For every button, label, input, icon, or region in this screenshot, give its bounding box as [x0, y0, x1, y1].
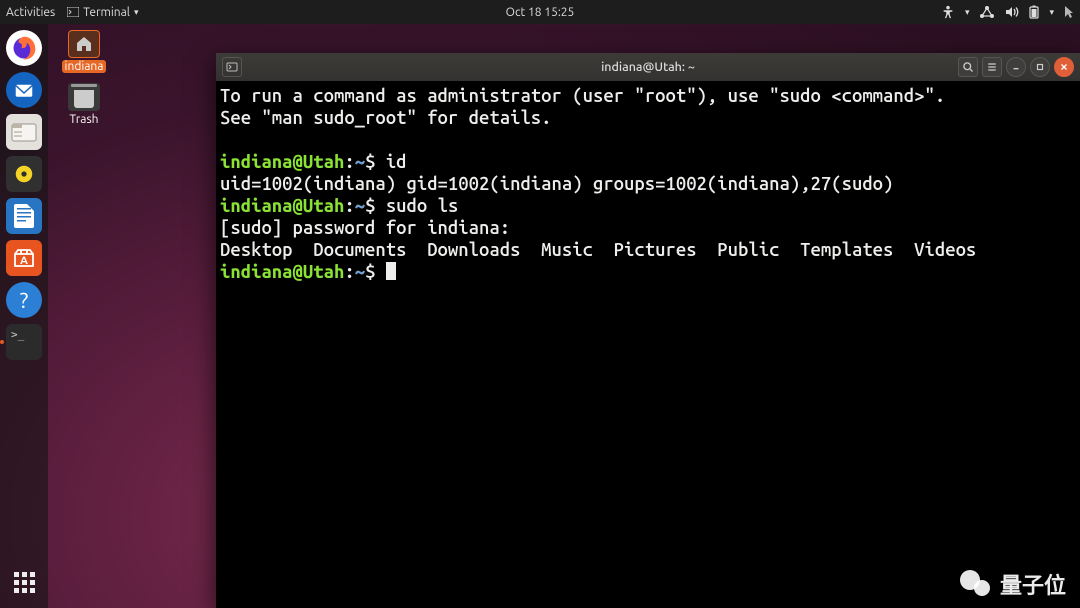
- wechat-icon: [960, 570, 994, 598]
- ubuntu-dock: A ?: [0, 24, 48, 608]
- watermark: 量子位: [960, 568, 1066, 600]
- dock-thunderbird[interactable]: [6, 72, 42, 108]
- prompt-path: ~: [355, 152, 365, 172]
- prompt-userhost: indiana@Utah: [220, 196, 344, 216]
- dock-libreoffice-writer[interactable]: [6, 198, 42, 234]
- term-line: uid=1002(indiana) gid=1002(indiana) grou…: [220, 174, 893, 194]
- terminal-menu-button[interactable]: [982, 57, 1002, 77]
- prompt-path: ~: [355, 262, 365, 282]
- dock-firefox[interactable]: [6, 30, 42, 66]
- desktop-home-folder[interactable]: indiana: [56, 30, 112, 73]
- dock-rhythmbox[interactable]: [6, 156, 42, 192]
- terminal-search-button[interactable]: [958, 57, 978, 77]
- accessibility-icon[interactable]: [941, 5, 955, 19]
- battery-icon[interactable]: [1029, 5, 1039, 19]
- trash-icon: [68, 83, 100, 111]
- mouse-pointer-icon: [1064, 5, 1074, 19]
- dock-help[interactable]: ?: [6, 282, 42, 318]
- gnome-top-bar: Activities Terminal ▾ Oct 18 15:25 ▾ ▾: [0, 0, 1080, 24]
- volume-icon[interactable]: [1005, 6, 1019, 18]
- chevron-down-icon: ▾: [1049, 7, 1054, 18]
- app-menu[interactable]: Terminal ▾: [67, 6, 138, 19]
- new-tab-button[interactable]: [222, 57, 242, 77]
- chevron-down-icon: ▾: [134, 7, 139, 18]
- desktop-trash[interactable]: Trash: [56, 83, 112, 126]
- desktop-icons: indiana Trash: [56, 30, 112, 126]
- window-title: indiana@Utah: ~: [601, 60, 695, 74]
- network-icon[interactable]: [979, 6, 995, 18]
- show-applications-button[interactable]: [6, 564, 42, 600]
- watermark-text: 量子位: [1000, 568, 1066, 600]
- term-line: [sudo] password for indiana:: [220, 218, 510, 238]
- chevron-down-icon: ▾: [965, 7, 970, 18]
- svg-text:A: A: [20, 255, 28, 267]
- minimize-button[interactable]: [1006, 57, 1026, 77]
- dock-ubuntu-software[interactable]: A: [6, 240, 42, 276]
- activities-button[interactable]: Activities: [6, 6, 55, 19]
- terminal-body[interactable]: To run a command as administrator (user …: [216, 81, 1080, 608]
- term-line: See "man sudo_root" for details.: [220, 108, 552, 128]
- window-titlebar[interactable]: indiana@Utah: ~: [216, 53, 1080, 81]
- clock[interactable]: Oct 18 15:25: [506, 6, 575, 19]
- dock-files[interactable]: [6, 114, 42, 150]
- close-button[interactable]: [1054, 57, 1074, 77]
- prompt-userhost: indiana@Utah: [220, 152, 344, 172]
- home-icon: [68, 30, 100, 58]
- maximize-button[interactable]: [1030, 57, 1050, 77]
- prompt-path: ~: [355, 196, 365, 216]
- dock-terminal[interactable]: [6, 324, 42, 360]
- app-menu-label: Terminal: [83, 6, 130, 19]
- terminal-window: indiana@Utah: ~ To run a command as admi…: [216, 53, 1080, 608]
- command: sudo ls: [386, 196, 459, 216]
- term-line: Desktop Documents Downloads Music Pictur…: [220, 240, 976, 260]
- term-line: To run a command as administrator (user …: [220, 86, 945, 106]
- command: id: [386, 152, 407, 172]
- prompt-userhost: indiana@Utah: [220, 262, 344, 282]
- desktop-home-label: indiana: [62, 60, 107, 73]
- cursor-block: [386, 262, 396, 280]
- terminal-icon: [67, 7, 79, 17]
- desktop-trash-label: Trash: [69, 113, 98, 126]
